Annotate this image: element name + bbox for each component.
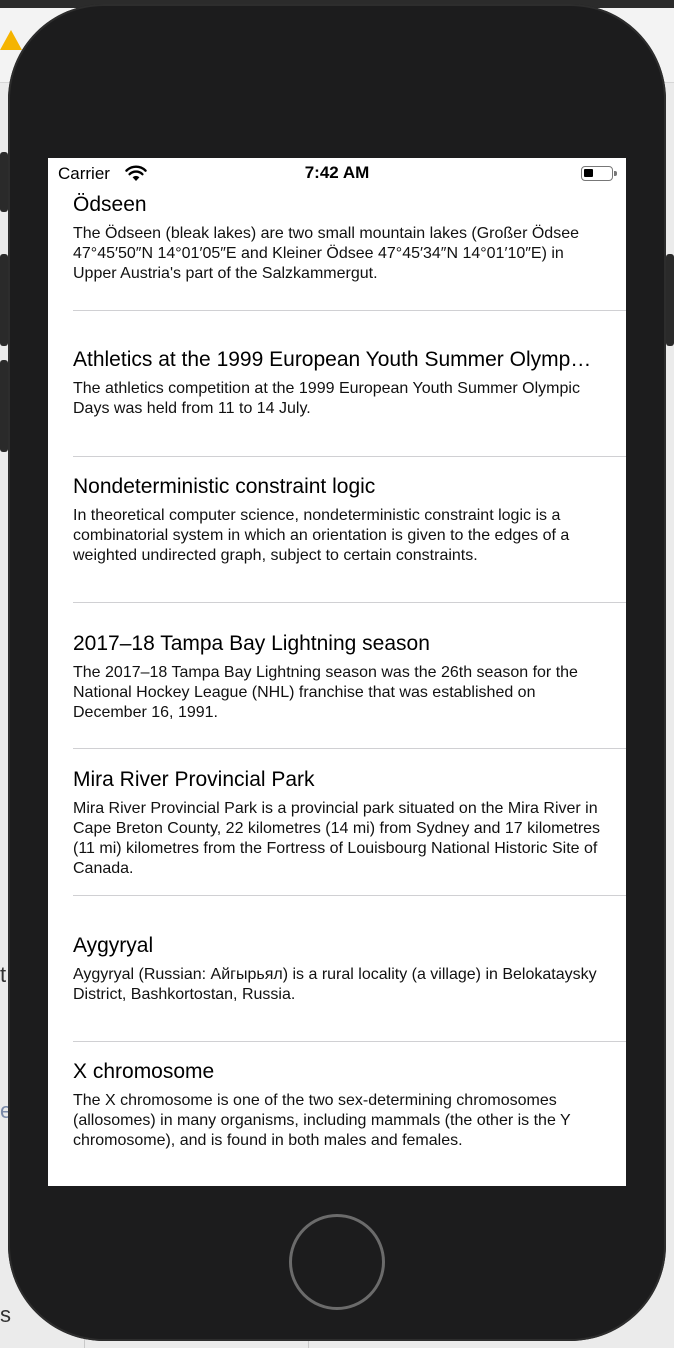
list-item[interactable]: Ödseen The Ödseen (bleak lakes) are two … bbox=[73, 192, 626, 284]
article-summary: The X chromosome is one of the two sex-d… bbox=[73, 1092, 571, 1149]
row-separator bbox=[73, 310, 626, 311]
article-title: Nondeterministic constraint logic bbox=[73, 475, 376, 498]
article-summary: The athletics competition at the 1999 Eu… bbox=[73, 380, 580, 417]
status-time: 7:42 AM bbox=[304, 163, 370, 182]
battery-low-icon bbox=[581, 166, 617, 181]
article-title: Aygyryal bbox=[73, 934, 154, 957]
article-title: Mira River Provincial Park bbox=[73, 768, 315, 791]
list-item[interactable]: Athletics at the 1999 European Youth Sum… bbox=[73, 347, 626, 419]
article-title: 2017–18 Tampa Bay Lightning season bbox=[73, 632, 430, 655]
row-separator bbox=[73, 748, 626, 749]
article-title: X chromosome bbox=[73, 1060, 215, 1083]
article-summary: The Ödseen (bleak lakes) are two small m… bbox=[73, 225, 579, 282]
device-screen: Ödseen The Ödseen (bleak lakes) are two … bbox=[48, 158, 626, 1186]
mute-switch[interactable] bbox=[0, 152, 8, 212]
row-separator bbox=[73, 456, 626, 457]
list-item[interactable]: X chromosome The X chromosome is one of … bbox=[73, 1059, 626, 1151]
list-item[interactable]: Nondeterministic constraint logic In the… bbox=[73, 474, 626, 566]
warning-icon bbox=[0, 30, 22, 50]
article-title: Athletics at the 1999 European Youth Sum… bbox=[73, 348, 593, 371]
list-item[interactable]: Mira River Provincial Park Mira River Pr… bbox=[73, 767, 626, 879]
host-side-text: s bbox=[0, 1302, 11, 1327]
article-summary: In theoretical computer science, nondete… bbox=[73, 507, 570, 564]
host-side-text: t bbox=[0, 962, 7, 987]
volume-up-button[interactable] bbox=[0, 254, 8, 346]
article-summary: Aygyryal (Russian: Айгырьял) is a rural … bbox=[73, 966, 597, 1003]
row-separator bbox=[73, 1041, 626, 1042]
status-bar: Carrier 7:42 AM bbox=[48, 158, 626, 190]
volume-down-button[interactable] bbox=[0, 360, 8, 452]
article-summary: Mira River Provincial Park is a provinci… bbox=[73, 800, 601, 877]
row-separator bbox=[73, 602, 626, 603]
home-button[interactable] bbox=[289, 1214, 385, 1310]
article-summary: The 2017–18 Tampa Bay Lightning season w… bbox=[73, 664, 578, 721]
list-item[interactable]: Aygyryal Aygyryal (Russian: Айгырьял) is… bbox=[73, 933, 626, 1005]
article-title: Ödseen bbox=[73, 193, 147, 216]
power-button[interactable] bbox=[666, 254, 674, 346]
battery-level bbox=[584, 169, 593, 177]
list-item[interactable]: 2017–18 Tampa Bay Lightning season The 2… bbox=[73, 631, 626, 723]
row-separator bbox=[73, 895, 626, 896]
